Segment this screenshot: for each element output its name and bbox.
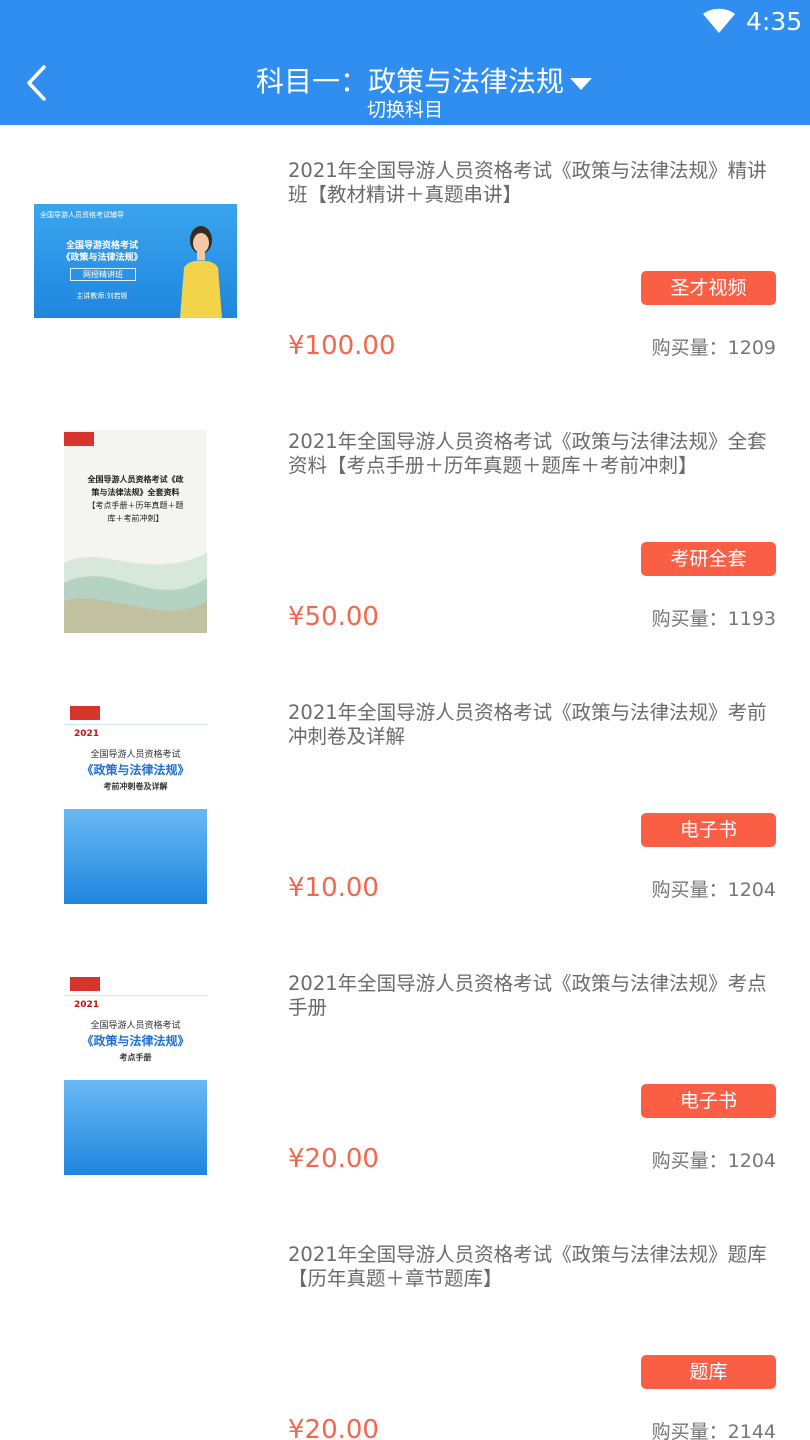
purchase-count: 购买量：1204 xyxy=(651,879,776,901)
purchase-count: 购买量：2144 xyxy=(651,1421,776,1440)
product-price: ¥10.00 xyxy=(288,873,379,903)
cover-year: 2021 xyxy=(74,729,100,739)
publisher-logo xyxy=(70,706,100,720)
product-price: ¥50.00 xyxy=(288,602,379,632)
product-title: 2021年全国导游人员资格考试《政策与法律法规》考点手册 xyxy=(288,972,767,1019)
cover-line: 《政策与法律法规》 xyxy=(61,253,143,263)
product-tag: 题库 xyxy=(641,1355,776,1389)
status-time: 4:35 xyxy=(746,7,803,36)
cover-line: 全国导游人员资格考试 xyxy=(90,750,181,760)
product-title: 2021年全国导游人员资格考试《政策与法律法规》考前冲刺卷及详解 xyxy=(288,701,767,748)
cover-header xyxy=(64,701,207,725)
product-price: ¥100.00 xyxy=(288,331,396,361)
cover-temple-graphic xyxy=(64,1080,207,1175)
product-price: ¥20.00 xyxy=(288,1415,379,1440)
publisher-logo xyxy=(70,977,100,991)
cover-line: 策与法律法规》全套资料 xyxy=(91,488,180,497)
publisher-logo xyxy=(64,432,94,446)
product-price: ¥20.00 xyxy=(288,1144,379,1174)
product-title: 2021年全国导游人员资格考试《政策与法律法规》精讲班【教材精讲＋真题串讲】 xyxy=(288,159,767,206)
product-card[interactable]: 全国导游人员资格考试辅导 全国导游资格考试 《政策与法律法规》 网授精讲班 主讲… xyxy=(0,125,810,396)
wifi-icon xyxy=(703,8,735,33)
cover-line: 《政策与法律法规》 xyxy=(81,1034,190,1048)
product-cover-image: 2021 全国导游人员资格考试 《政策与法律法规》 考前冲刺卷及详解 xyxy=(64,701,207,904)
cover-banner: 全国导游人员资格考试辅导 xyxy=(40,211,124,219)
product-tag: 考研全套 xyxy=(641,542,776,576)
cover-line: 全国导游人员资格考试 xyxy=(90,1021,181,1031)
dropdown-triangle-icon xyxy=(570,78,592,90)
product-title: 2021年全国导游人员资格考试《政策与法律法规》题库【历年真题＋章节题库】 xyxy=(288,1243,767,1290)
product-card[interactable]: 全国导游人员资格考试《政 策与法律法规》全套资料 【考点手册＋历年真题＋题 库＋… xyxy=(0,396,810,667)
cover-teacher: 主讲教师:刘若姬 xyxy=(76,292,128,300)
product-cover-image: 全国导游人员资格考试《政 策与法律法规》全套资料 【考点手册＋历年真题＋题 库＋… xyxy=(64,430,207,633)
product-title: 2021年全国导游人员资格考试《政策与法律法规》全套资料【考点手册＋历年真题＋题… xyxy=(288,430,767,477)
product-tag: 电子书 xyxy=(641,813,776,847)
cover-line: 考点手册 xyxy=(119,1053,152,1062)
cover-year: 2021 xyxy=(74,1000,100,1010)
product-cover-image: 2021 全国导游人员资格考试 《政策与法律法规》 考点手册 xyxy=(64,972,207,1175)
subject-switcher[interactable]: 科目一：政策与法律法规 切换科目 xyxy=(200,62,610,122)
cover-line: 【考点手册＋历年真题＋题 xyxy=(87,501,184,510)
app-header: 4:35 科目一：政策与法律法规 切换科目 xyxy=(0,0,810,125)
cover-temple-graphic xyxy=(64,809,207,904)
product-card[interactable]: 2021年全国导游人员资格考试《政策与法律法规》题库【历年真题＋章节题库】 题库… xyxy=(0,1209,810,1440)
presenter-figure xyxy=(180,226,222,318)
cover-wave-graphic xyxy=(64,553,207,633)
back-arrow-icon xyxy=(27,65,46,101)
cover-box: 网授精讲班 xyxy=(70,268,136,281)
cover-header xyxy=(64,972,207,996)
product-tag: 圣才视频 xyxy=(641,271,776,305)
switch-subject-label: 切换科目 xyxy=(366,99,443,121)
back-button[interactable] xyxy=(14,58,64,108)
product-card[interactable]: 2021 全国导游人员资格考试 《政策与法律法规》 考前冲刺卷及详解 2021年… xyxy=(0,667,810,938)
purchase-count: 购买量：1209 xyxy=(651,337,776,359)
cover-line: 考前冲刺卷及详解 xyxy=(103,782,168,791)
product-card[interactable]: 2021 全国导游人员资格考试 《政策与法律法规》 考点手册 2021年全国导游… xyxy=(0,938,810,1209)
cover-line: 全国导游资格考试 xyxy=(65,241,138,251)
product-cover-image: 全国导游人员资格考试辅导 全国导游资格考试 《政策与法律法规》 网授精讲班 主讲… xyxy=(34,204,237,318)
purchase-count: 购买量：1193 xyxy=(651,608,776,630)
product-tag: 电子书 xyxy=(641,1084,776,1118)
page-title: 科目一：政策与法律法规 xyxy=(256,65,565,98)
cover-line: 全国导游人员资格考试《政 xyxy=(87,475,184,484)
purchase-count: 购买量：1204 xyxy=(651,1150,776,1172)
status-bar: 4:35 xyxy=(0,0,810,44)
cover-line: 《政策与法律法规》 xyxy=(81,763,190,777)
